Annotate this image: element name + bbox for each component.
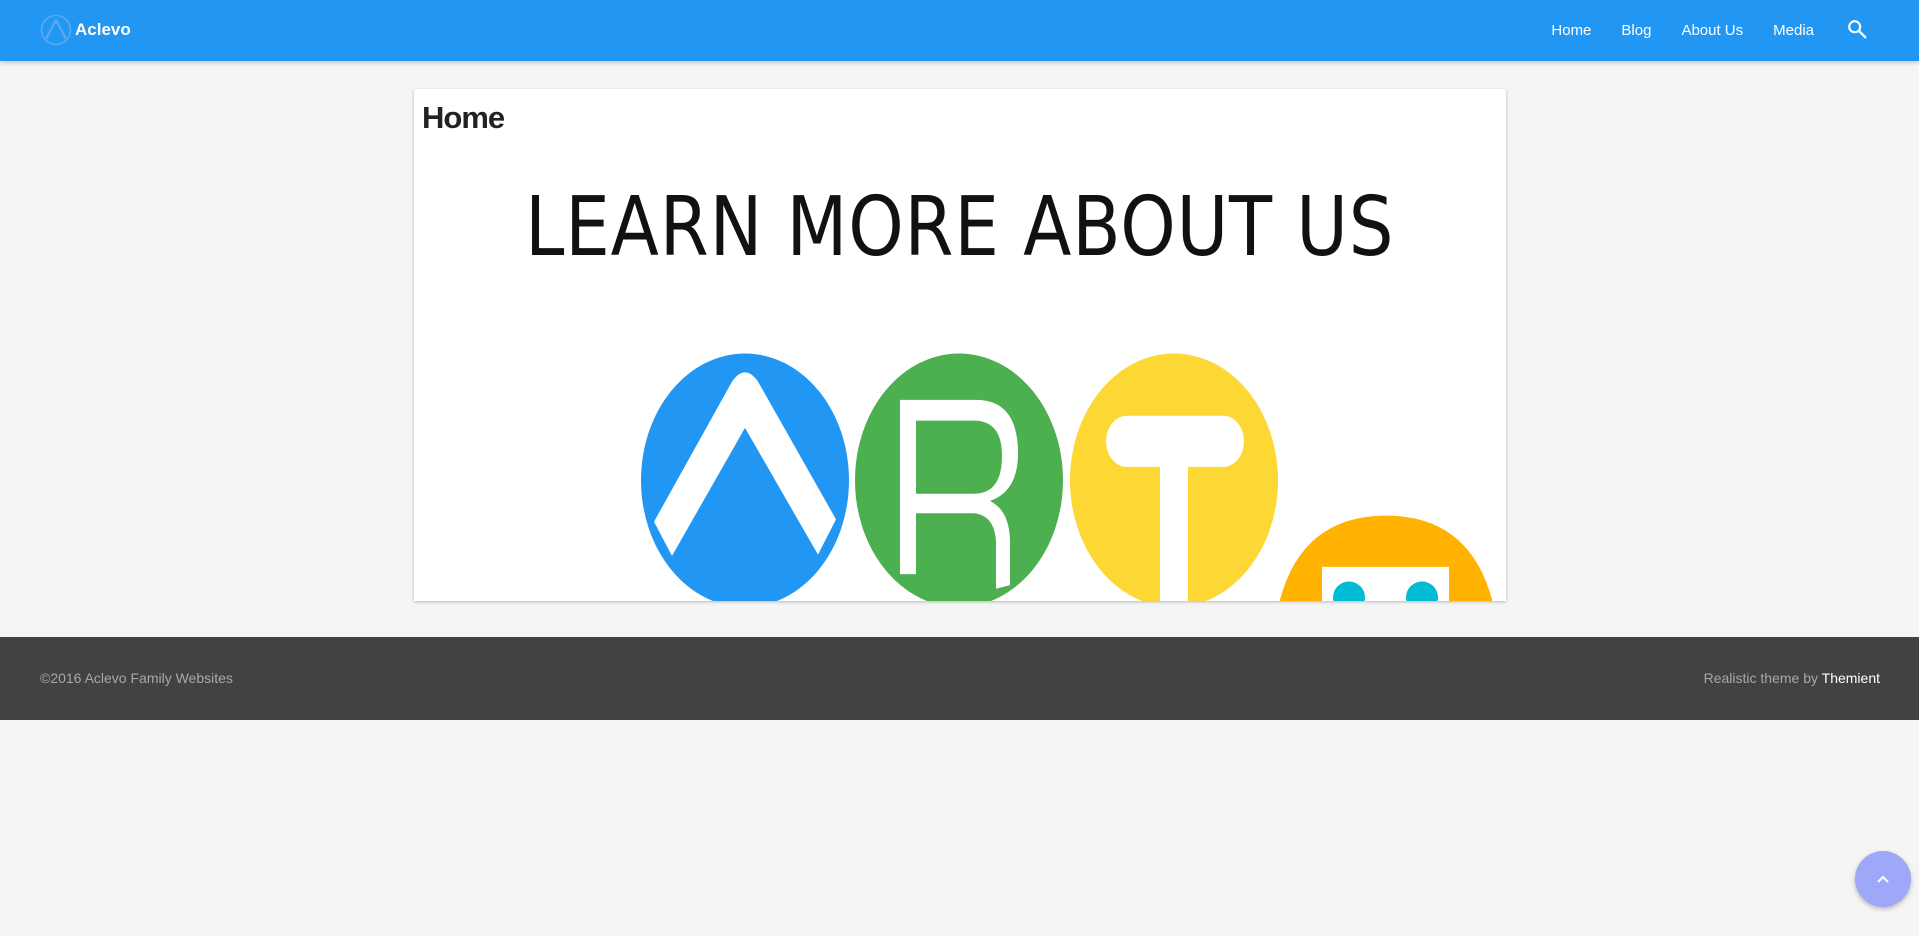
search-icon[interactable] bbox=[1846, 18, 1868, 40]
footer-credit-text: Realistic theme by bbox=[1703, 670, 1822, 686]
chevron-up-icon bbox=[1877, 875, 1889, 883]
brand-link[interactable]: Aclevo bbox=[40, 12, 131, 48]
back-to-top-button[interactable] bbox=[1855, 851, 1911, 907]
art-logo-graphic bbox=[641, 353, 1493, 601]
footer-credit: Realistic theme by Themient bbox=[1704, 670, 1880, 686]
themient-link[interactable]: Themient bbox=[1822, 670, 1880, 686]
orange-robot-logo bbox=[1279, 515, 1493, 601]
site-footer: ©2016 Aclevo Family Websites Realistic t… bbox=[0, 637, 1919, 720]
brand-name: Aclevo bbox=[75, 20, 131, 39]
nav-item-about-us[interactable]: About Us bbox=[1681, 22, 1743, 39]
aclevo-logo-icon bbox=[40, 14, 72, 46]
nav-item-media[interactable]: Media bbox=[1773, 22, 1814, 39]
blue-a-logo bbox=[641, 353, 849, 601]
top-app-bar: Aclevo Home Blog About Us Media bbox=[0, 0, 1919, 61]
footer-copyright: ©2016 Aclevo Family Websites bbox=[40, 670, 233, 686]
green-r-logo bbox=[855, 353, 1063, 601]
nav-item-blog[interactable]: Blog bbox=[1621, 22, 1651, 39]
yellow-t-logo bbox=[1070, 353, 1278, 601]
page-content-card: Home LEARN MORE ABOUT US bbox=[414, 89, 1506, 601]
nav-item-home[interactable]: Home bbox=[1551, 22, 1591, 39]
main-nav: Home Blog About Us Media bbox=[1551, 0, 1919, 61]
